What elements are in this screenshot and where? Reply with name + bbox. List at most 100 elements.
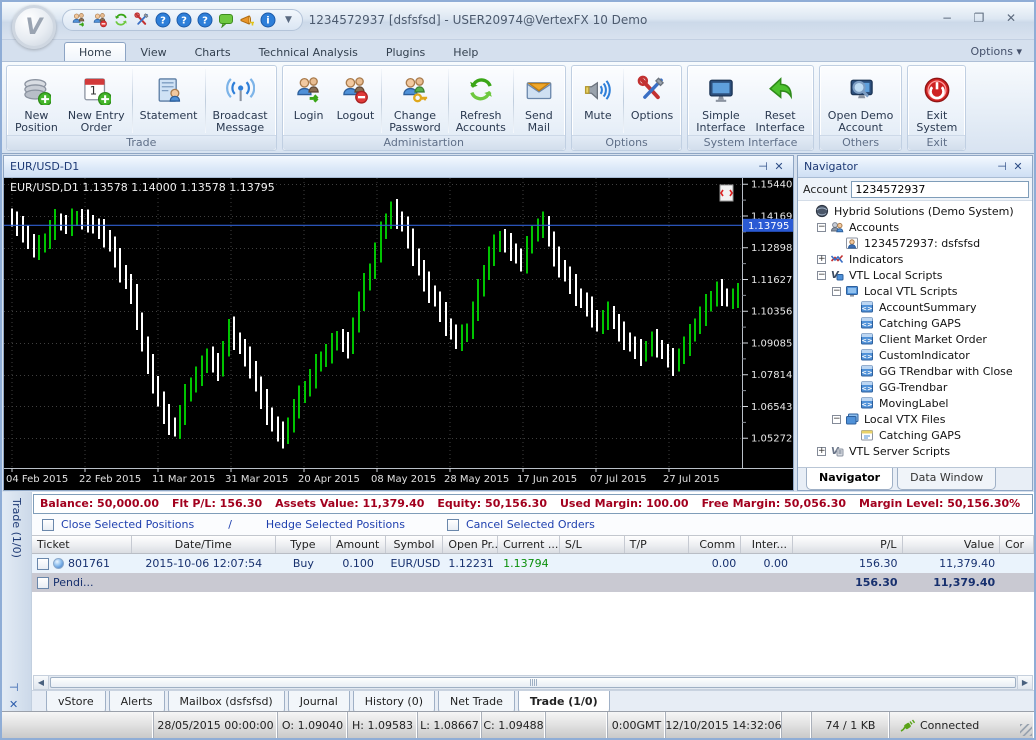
positions-table-header[interactable]: Ticket Date/Time Type Amount Symbol Open Pr..…	[32, 535, 1034, 554]
resize-grip[interactable]	[1020, 724, 1032, 736]
chat-icon[interactable]	[218, 12, 234, 28]
qat-customize-caret[interactable]: ▼	[285, 15, 292, 25]
login-button[interactable]: Login	[286, 67, 332, 135]
tree-item-accounts[interactable]: − Accounts	[798, 219, 1032, 235]
reset-interface-button[interactable]: Reset Interface	[751, 67, 810, 135]
column-header-inter[interactable]: Inter...	[741, 536, 794, 553]
users-red-icon[interactable]	[92, 12, 108, 28]
tree-item-client-market-order[interactable]: <> Client Market Order	[798, 331, 1032, 347]
close-icon[interactable]: ✕	[9, 698, 19, 711]
tree-item-vtl-server-scripts[interactable]: + V VTL Server Scripts	[798, 443, 1032, 459]
app-logo-icon[interactable]: V	[12, 5, 56, 49]
minimize-button[interactable]: −	[934, 9, 960, 26]
column-header-t-p[interactable]: T/P	[625, 536, 690, 553]
exit-system-button[interactable]: Exit System	[911, 67, 962, 135]
hedge-selected-label[interactable]: Hedge Selected Positions	[266, 518, 405, 531]
column-header-type[interactable]: Type	[276, 536, 331, 553]
tree-item-catching-gaps[interactable]: Catching GAPS	[798, 427, 1032, 443]
close-icon[interactable]: ✕	[1010, 160, 1026, 174]
menu-tab-plugins[interactable]: Plugins	[372, 43, 439, 61]
column-header-cor[interactable]: Cor	[1000, 536, 1034, 553]
pin-icon[interactable]: ⊣	[755, 160, 771, 174]
column-header-symbol[interactable]: Symbol	[386, 536, 444, 553]
column-header-value[interactable]: Value	[903, 536, 1001, 553]
collapse-icon[interactable]: −	[817, 270, 826, 280]
column-header-date-time[interactable]: Date/Time	[132, 536, 276, 553]
scroll-left-button[interactable]: ◀	[34, 676, 49, 689]
column-header-comm[interactable]: Comm	[689, 536, 742, 553]
navigator-tab-navigator[interactable]: Navigator	[806, 468, 894, 490]
tree-item-1234572937-dsfsfsd[interactable]: 1234572937: dsfsfsd	[798, 235, 1032, 251]
tree-item-customindicator[interactable]: <> CustomIndicator	[798, 347, 1032, 363]
pending-summary-row[interactable]: Pendi... 156.30 11,379.40	[32, 573, 1034, 592]
expand-icon[interactable]: +	[817, 254, 826, 264]
collapse-icon[interactable]: −	[832, 286, 841, 296]
chart-script-icon[interactable]	[719, 184, 734, 202]
position-row[interactable]: 801761 2015-10-06 12:07:54 Buy 0.100 EUR/USD…	[32, 554, 1034, 573]
help-icon[interactable]: ?	[155, 12, 171, 28]
menu-tab-help[interactable]: Help	[439, 43, 492, 61]
help-icon[interactable]: ?	[176, 12, 192, 28]
tree-item-local-vtl-scripts[interactable]: − Local VTL Scripts	[798, 283, 1032, 299]
collapse-icon[interactable]: −	[817, 222, 826, 232]
tree-item-local-vtx-files[interactable]: − Local VTX Files	[798, 411, 1032, 427]
broadcast-message-button[interactable]: Broadcast Message	[208, 67, 273, 135]
new-position-button[interactable]: New Position	[10, 67, 63, 135]
refresh-icon[interactable]	[113, 12, 129, 28]
menu-tab-technical-analysis[interactable]: Technical Analysis	[245, 43, 372, 61]
simple-interface-button[interactable]: Simple Interface	[691, 67, 750, 135]
menu-tab-charts[interactable]: Charts	[181, 43, 245, 61]
tree-item-indicators[interactable]: + Indicators	[798, 251, 1032, 267]
column-header-open-pr[interactable]: Open Pr...	[443, 536, 499, 553]
new-entry-order-button[interactable]: 1 New Entry Order	[63, 67, 130, 135]
help-icon[interactable]: ?	[197, 12, 213, 28]
scroll-thumb[interactable]	[50, 677, 1016, 688]
account-input[interactable]	[851, 180, 1029, 198]
price-chart[interactable]: 1.15440 1.14169 1.12898 1.11627 1.10356 1.090…	[4, 167, 793, 490]
pin-icon[interactable]: ⊣	[9, 681, 19, 694]
tree-item-vtl-local-scripts[interactable]: − V VTL Local Scripts	[798, 267, 1032, 283]
navigator-tab-data-window[interactable]: Data Window	[897, 468, 997, 490]
mute-button[interactable]: Mute	[575, 67, 621, 135]
collapse-icon[interactable]: −	[832, 414, 841, 424]
info-icon[interactable]: i	[260, 12, 276, 28]
users-green-icon[interactable]	[71, 12, 87, 28]
change-password-button[interactable]: Change Password	[384, 67, 445, 135]
pin-icon[interactable]: ⊣	[994, 160, 1010, 174]
restore-button[interactable]: ❐	[966, 9, 992, 26]
tree-item-gg-trendbar[interactable]: <> GG-Trendbar	[798, 379, 1032, 395]
balance-item-margin-level: Margin Level: 50,156.30%	[859, 497, 1021, 510]
close-selected-checkbox[interactable]	[42, 518, 54, 531]
menu-tab-view[interactable]: View	[126, 43, 180, 61]
statement-button[interactable]: Statement	[135, 67, 203, 135]
row-checkbox[interactable]	[37, 557, 49, 570]
logout-button[interactable]: Logout	[332, 67, 380, 135]
tree-item-accountsummary[interactable]: <> AccountSummary	[798, 299, 1032, 315]
column-header-p-l[interactable]: P/L	[793, 536, 903, 553]
cancel-selected-label[interactable]: Cancel Selected Orders	[466, 518, 595, 531]
close-button[interactable]: ✕	[998, 9, 1024, 26]
cancel-selected-checkbox[interactable]	[446, 518, 459, 531]
megaphone-icon[interactable]	[239, 12, 255, 28]
open-demo-account-button[interactable]: Open Demo Account	[823, 67, 899, 135]
column-header-current[interactable]: Current ...	[498, 536, 560, 553]
column-header-amount[interactable]: Amount	[331, 536, 386, 553]
options-button[interactable]: Options	[626, 67, 678, 135]
expand-icon[interactable]: +	[817, 446, 826, 456]
column-header-s-l[interactable]: S/L	[560, 536, 625, 553]
options-dropdown[interactable]: Options ▾	[971, 45, 1022, 58]
close-selected-label[interactable]: Close Selected Positions	[61, 518, 194, 531]
column-header-ticket[interactable]: Ticket	[32, 536, 132, 553]
refresh-accounts-button[interactable]: Refresh Accounts	[451, 67, 511, 135]
tree-item-gg-trendbar-with-close[interactable]: <> GG TRendbar with Close	[798, 363, 1032, 379]
tree-item-catching-gaps[interactable]: <> Catching GAPS	[798, 315, 1032, 331]
scroll-right-button[interactable]: ▶	[1017, 676, 1032, 689]
menu-tab-home[interactable]: Home	[64, 42, 127, 61]
tree-item-movinglabel[interactable]: <> MovingLabel	[798, 395, 1032, 411]
row-checkbox[interactable]	[37, 576, 49, 589]
close-icon[interactable]: ✕	[771, 160, 787, 174]
horizontal-scrollbar[interactable]: ◀ ▶	[33, 675, 1033, 690]
send-mail-button[interactable]: Send Mail	[516, 67, 562, 135]
tree-item-hybrid-solutions-demo-system[interactable]: Hybrid Solutions (Demo System)	[798, 203, 1032, 219]
tools-icon[interactable]	[134, 12, 150, 28]
